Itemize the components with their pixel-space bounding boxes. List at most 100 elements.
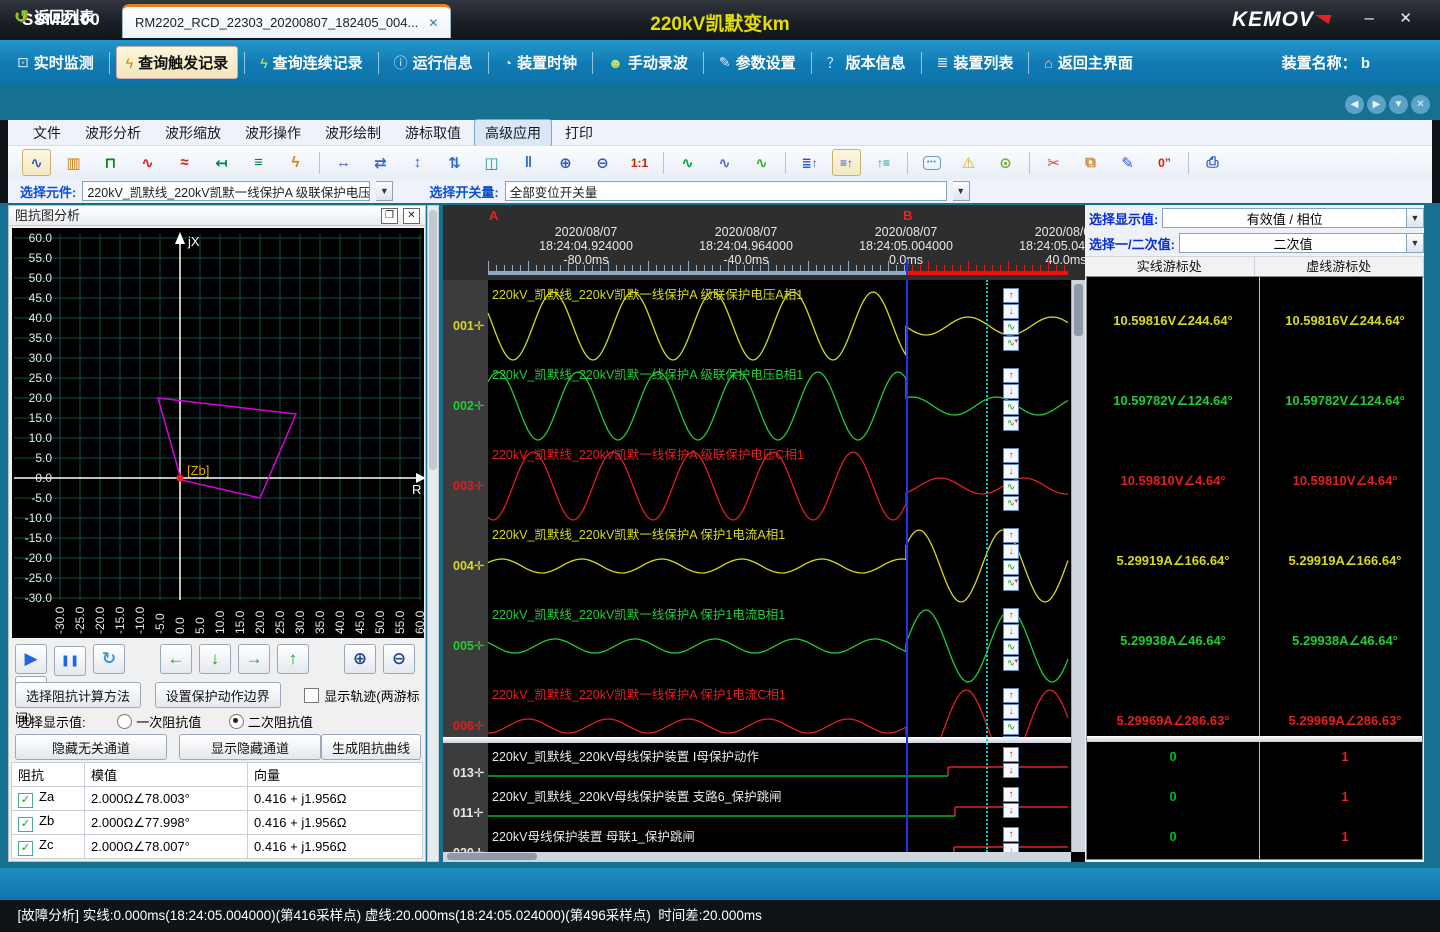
- expand-vertical-icon[interactable]: ↕: [403, 149, 432, 176]
- menubar-item-6[interactable]: ☻手动录波: [599, 47, 697, 78]
- element-select-dropdown-icon[interactable]: ▼: [376, 181, 393, 201]
- left-scrollbar-thumb[interactable]: [429, 210, 437, 470]
- scissors-icon[interactable]: ✂: [1039, 149, 1068, 176]
- shrink-horizontal-icon[interactable]: ⇄: [366, 149, 395, 176]
- one-to-one-icon[interactable]: 1:1: [625, 149, 654, 176]
- left-panel-scrollbar[interactable]: [427, 205, 439, 862]
- scale-down-icon[interactable]: ↓: [1003, 464, 1019, 479]
- next-wave-icon[interactable]: ∿▾: [1003, 336, 1019, 351]
- show-track-checkbox[interactable]: [304, 688, 319, 703]
- sort-amplitude-icon[interactable]: ≣↑: [795, 149, 824, 176]
- menubar-item-4[interactable]: ⓘ运行信息: [385, 47, 482, 78]
- scale-down-icon[interactable]: ↓: [1003, 704, 1019, 719]
- wave-back-icon[interactable]: ↤: [207, 149, 236, 176]
- next-wave-icon[interactable]: ∿▾: [1003, 496, 1019, 511]
- print-icon[interactable]: ⎙: [1198, 149, 1227, 176]
- scale-up-icon[interactable]: ↑: [1003, 368, 1019, 383]
- impedance-restore-icon[interactable]: ❐: [381, 208, 398, 224]
- move-up-button[interactable]: ↑: [277, 644, 309, 674]
- rp-secondary-select[interactable]: 二次值: [1179, 233, 1407, 253]
- scale-down-icon[interactable]: ↓: [1003, 384, 1019, 399]
- snapshot-icon[interactable]: ⧉: [1076, 149, 1105, 176]
- menubar-item-5[interactable]: ◔装置时钟: [495, 47, 586, 78]
- shrink-vertical-icon[interactable]: ⇅: [440, 149, 469, 176]
- warning-icon[interactable]: ⚠: [954, 149, 983, 176]
- element-select[interactable]: 220kV_凯默线_220kV凯默一线保护A 级联保护电压; 220kV_凯默.…: [82, 181, 370, 201]
- switch-select[interactable]: 全部变位开关量: [505, 181, 947, 201]
- scale-down-icon[interactable]: ↓: [1003, 803, 1019, 818]
- wave-trigger-icon[interactable]: ϟ: [281, 149, 310, 176]
- secondary-impedance-radio[interactable]: [229, 714, 244, 729]
- zoom-in-icon[interactable]: ⊕: [551, 149, 580, 176]
- channel-checkbox[interactable]: ✓: [18, 817, 33, 832]
- scale-up-icon[interactable]: ↑: [1003, 608, 1019, 623]
- histogram-icon[interactable]: ▥: [59, 149, 88, 176]
- scale-up-icon[interactable]: ↑: [1003, 688, 1019, 703]
- menubar-item-2[interactable]: ϟ查询触发记录: [116, 46, 238, 79]
- wave-marker-icon[interactable]: ∿: [747, 149, 776, 176]
- menu-5[interactable]: 波形绘制: [314, 119, 392, 147]
- tab-close-icon[interactable]: ✕: [428, 16, 438, 30]
- tree-order-icon[interactable]: ↑≡: [869, 149, 898, 176]
- dropdown-icon[interactable]: ▼: [1389, 95, 1408, 114]
- sine-dotted-icon[interactable]: ∿: [710, 149, 739, 176]
- next-wave-icon[interactable]: ∿▾: [1003, 416, 1019, 431]
- solid-cursor-line[interactable]: [906, 280, 908, 852]
- next-wave-icon[interactable]: ∿▾: [1003, 656, 1019, 671]
- waveform-vertical-scrollbar[interactable]: [1071, 280, 1085, 852]
- close-tab-icon[interactable]: ✕: [1411, 95, 1430, 114]
- scale-down-icon[interactable]: ↓: [1003, 763, 1019, 778]
- nav-right-icon[interactable]: ▶: [1367, 95, 1386, 114]
- rp-display-select[interactable]: 有效值 / 相位: [1162, 208, 1407, 228]
- scale-down-icon[interactable]: ↓: [1003, 624, 1019, 639]
- move-left-button[interactable]: ←: [160, 644, 192, 674]
- move-right-button[interactable]: →: [238, 644, 270, 674]
- zoom-in-button[interactable]: ⊕: [344, 644, 376, 674]
- wave-display-icon[interactable]: ∿: [22, 149, 51, 176]
- scale-down-icon[interactable]: ↓: [1003, 304, 1019, 319]
- menu-6[interactable]: 游标取值: [394, 119, 472, 147]
- menu-7[interactable]: 高级应用: [474, 119, 552, 147]
- menubar-item-1[interactable]: ⊡实时监测: [8, 47, 103, 78]
- nav-left-icon[interactable]: ◀: [1345, 95, 1364, 114]
- rp-display-dropdown-icon[interactable]: ▼: [1407, 208, 1424, 228]
- primary-impedance-radio[interactable]: [117, 714, 132, 729]
- channel-checkbox[interactable]: ✓: [18, 793, 33, 808]
- close-button[interactable]: ✕: [1399, 9, 1412, 27]
- scale-up-icon[interactable]: ↑: [1003, 528, 1019, 543]
- back-to-list-button[interactable]: ↺ 返回列表: [14, 6, 94, 27]
- hide-channels-button[interactable]: 隐藏无关通道: [15, 734, 167, 760]
- menu-1[interactable]: 文件: [22, 119, 72, 147]
- play-button[interactable]: ▶: [15, 644, 47, 674]
- fit-window-icon[interactable]: ◫: [477, 149, 506, 176]
- zoom-out-button[interactable]: ⊖: [383, 644, 415, 674]
- scale-up-icon[interactable]: ↑: [1003, 787, 1019, 802]
- zoom-out-icon[interactable]: ⊖: [588, 149, 617, 176]
- record-tab[interactable]: RM2202_RCD_22303_20200807_182405_004... …: [122, 4, 451, 38]
- prev-wave-icon[interactable]: ∿: [1003, 640, 1019, 655]
- menu-8[interactable]: 打印: [554, 119, 604, 147]
- menu-4[interactable]: 波形操作: [234, 119, 312, 147]
- align-channels-icon[interactable]: ≡↑: [832, 149, 861, 176]
- action-boundary-button[interactable]: 设置保护动作边界: [155, 682, 281, 708]
- cursor-spacing-icon[interactable]: ‖: [514, 149, 543, 176]
- prev-wave-icon[interactable]: ∿: [1003, 400, 1019, 415]
- scale-up-icon[interactable]: ↑: [1003, 288, 1019, 303]
- calc-method-button[interactable]: 选择阻抗计算方法: [15, 682, 141, 708]
- switch-select-dropdown-icon[interactable]: ▼: [953, 181, 970, 201]
- scale-down-icon[interactable]: ↓: [1003, 843, 1019, 852]
- prev-wave-icon[interactable]: ∿: [1003, 480, 1019, 495]
- menu-3[interactable]: 波形缩放: [154, 119, 232, 147]
- menubar-item-3[interactable]: ϟ查询连续记录: [251, 47, 371, 78]
- pause-button[interactable]: ❚❚: [54, 646, 86, 676]
- minimize-button[interactable]: –: [1365, 8, 1374, 28]
- menubar-item-10[interactable]: ⌂返回主界面: [1035, 47, 1141, 78]
- zero-time-icon[interactable]: 0”: [1150, 149, 1179, 176]
- scale-up-icon[interactable]: ↑: [1003, 747, 1019, 762]
- prev-wave-icon[interactable]: ∿: [1003, 720, 1019, 735]
- menu-2[interactable]: 波形分析: [74, 119, 152, 147]
- prev-wave-icon[interactable]: ∿: [1003, 560, 1019, 575]
- sine-wave-icon[interactable]: ∿: [133, 149, 162, 176]
- next-wave-icon[interactable]: ∿▾: [1003, 576, 1019, 591]
- scale-up-icon[interactable]: ↑: [1003, 827, 1019, 842]
